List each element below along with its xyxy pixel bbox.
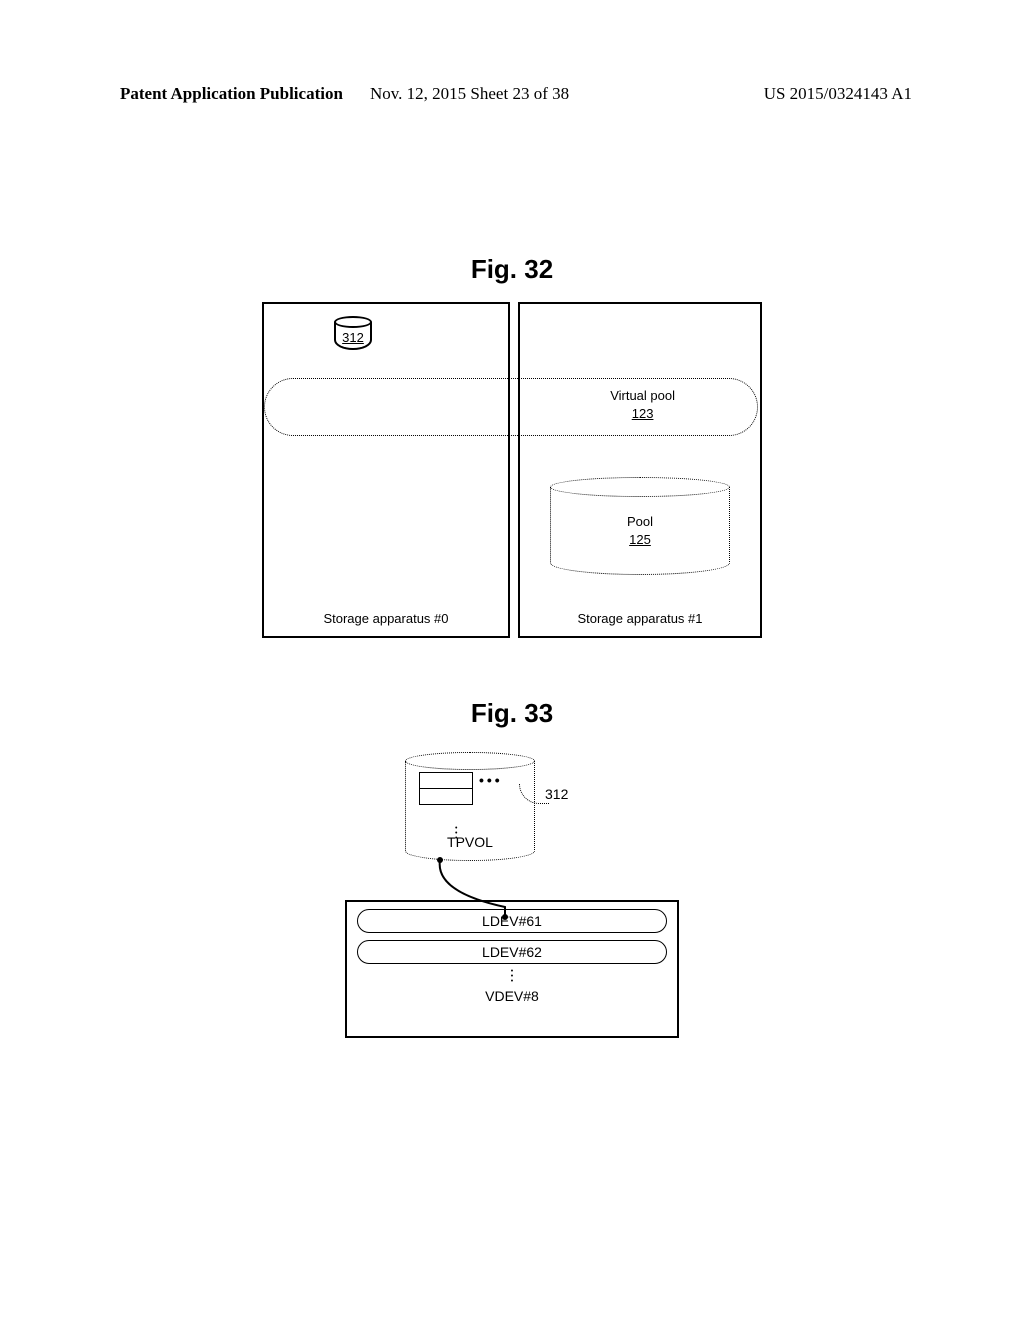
storage-apparatus-0-label: Storage apparatus #0: [264, 611, 508, 626]
vdev-8-label: VDEV#8: [347, 988, 677, 1004]
pool-name: Pool: [627, 514, 653, 529]
ldev-62: LDEV#62: [357, 940, 667, 964]
virtual-pool-label: Virtual pool 123: [610, 387, 675, 422]
ellipsis-icon: •••: [347, 969, 677, 984]
storage-apparatus-1-label: Storage apparatus #1: [520, 611, 760, 626]
virtual-pool-id: 123: [632, 406, 654, 421]
pool-id: 125: [629, 532, 651, 547]
pool-label: Pool 125: [550, 513, 730, 549]
header-docnum: US 2015/0324143 A1: [764, 84, 912, 104]
figure-33-title: Fig. 33: [0, 698, 1024, 729]
virtual-pool-name: Virtual pool: [610, 388, 675, 403]
ldev-61: LDEV#61: [357, 909, 667, 933]
storage-apparatus-0-box: 312 Storage apparatus #0: [262, 302, 510, 638]
pool-box: Pool 125: [550, 477, 730, 577]
header-sheet: Nov. 12, 2015 Sheet 23 of 38: [370, 84, 569, 104]
cylinder-312-label: 312: [334, 330, 372, 345]
figure-32-title: Fig. 32: [0, 254, 1024, 285]
storage-apparatus-1-box: Storage apparatus #1: [518, 302, 762, 638]
figure-33: ••• ••• TPVOL 312 LDEV#61 LDEV#62 ••• VD…: [345, 752, 679, 1042]
cylinder-312: 312: [334, 316, 372, 350]
header-publication: Patent Application Publication: [120, 84, 343, 104]
cylinder-top-ellipse: [334, 316, 372, 328]
pool-top-ellipse: [550, 477, 730, 497]
connector-curve: [345, 752, 679, 922]
virtual-pool-box: Virtual pool 123: [264, 378, 758, 436]
vdev-8-box: LDEV#61 LDEV#62 ••• VDEV#8: [345, 900, 679, 1038]
figure-32: 312 Storage apparatus #0 Storage apparat…: [262, 302, 762, 638]
